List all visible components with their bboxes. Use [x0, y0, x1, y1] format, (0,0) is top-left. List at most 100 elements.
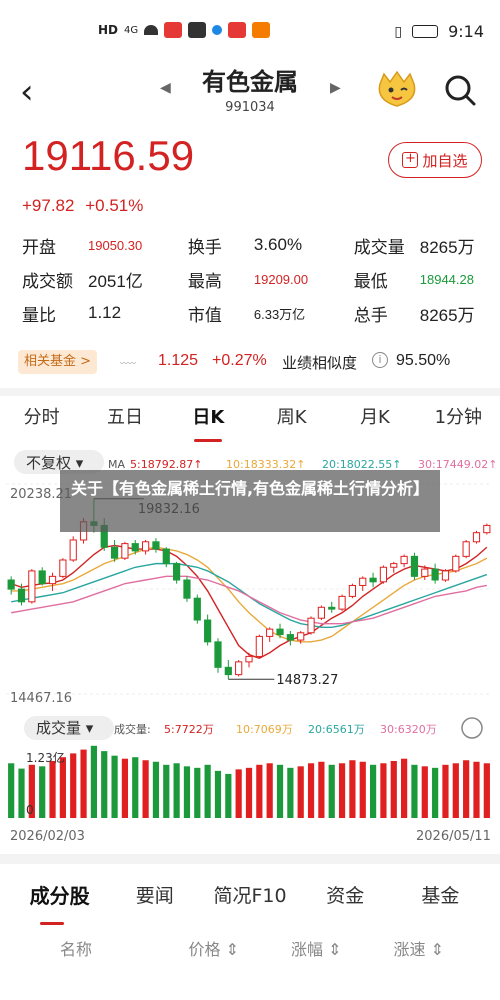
list-header: 名称 价格 ⇕ 涨幅 ⇕ 涨速 ⇕	[0, 936, 500, 960]
candle-body	[28, 570, 36, 603]
list-column-header[interactable]: 涨速 ⇕	[368, 936, 471, 960]
header: ‹ ◀ 有色金属 991034 ▶	[0, 58, 500, 128]
quote-cell: 换手 3.60%	[188, 233, 354, 258]
volume-bar	[369, 764, 377, 818]
volume-bar	[173, 763, 180, 818]
fund-price: 1.125	[158, 352, 199, 369]
quote-label: 量比	[22, 305, 56, 326]
kline-tabs: 分时 五日 日K 周K 月K 1分钟	[0, 396, 500, 444]
plus-icon: +	[402, 152, 419, 168]
info-icon[interactable]: i	[372, 352, 388, 368]
bottom-tab[interactable]: 成分股	[12, 880, 107, 909]
volume-bar	[297, 766, 304, 818]
quote-value: 19209.00	[253, 271, 309, 287]
candle-body	[266, 628, 274, 637]
candle-body	[421, 568, 429, 577]
volume-bar	[132, 757, 139, 818]
volume-bar	[328, 764, 335, 818]
list-column-header[interactable]: 价格 ⇕	[163, 936, 266, 960]
kline-tab[interactable]: 五日	[83, 396, 166, 444]
date-start: 2026/02/03	[10, 829, 85, 844]
quote-value: 8265万	[419, 237, 475, 257]
volume-bar	[463, 760, 470, 818]
bottom-tab[interactable]: 基金	[393, 881, 488, 908]
quote-value: 1.12	[88, 303, 122, 322]
candle-body	[410, 555, 419, 577]
kline-tab[interactable]: 1分钟	[417, 396, 500, 444]
next-stock-icon[interactable]: ▶	[330, 80, 341, 96]
volume-bar	[452, 763, 459, 818]
candle-body	[7, 579, 15, 590]
settings-icon	[461, 717, 483, 739]
candle-body	[173, 563, 181, 581]
quote-value: 19050.30	[88, 237, 143, 253]
fund-change: +0.27%	[212, 352, 267, 369]
page-title: 有色金属	[202, 68, 298, 96]
list-column-header[interactable]: 涨幅 ⇕	[265, 936, 368, 960]
candle-body	[431, 568, 439, 581]
quote-value: 18944.28	[419, 271, 474, 287]
candle-body	[193, 597, 201, 621]
volume-bar	[380, 763, 387, 818]
candle-body	[17, 588, 26, 603]
volume-bar	[307, 763, 315, 818]
volume-bar	[80, 749, 87, 818]
related-fund-bar[interactable]: 相关基金 > 〰〰 1.125 +0.27% 业绩相似度 i 95.50%	[0, 338, 500, 388]
last-price: 19116.59	[22, 132, 195, 179]
quote-label: 成交量	[353, 237, 405, 258]
volume-bar	[194, 767, 201, 818]
volume-bar	[111, 755, 118, 818]
list-column-header[interactable]: 名称	[30, 936, 163, 960]
volume-bar	[101, 751, 108, 818]
date-end: 2026/05/11	[416, 829, 491, 844]
volume-bar	[214, 770, 222, 818]
candle-body	[276, 628, 284, 636]
change-value: +97.82	[22, 196, 75, 215]
quote-row: 开盘 19050.30 换手 3.60% 成交量 8265万	[22, 228, 492, 262]
app-icon-5	[252, 22, 271, 38]
volume-bar	[245, 767, 253, 818]
mascot-icon[interactable]	[374, 70, 420, 110]
volume-scale-label: 1.23亿	[26, 750, 65, 765]
volume-legend-item: 5:7722万	[164, 723, 214, 736]
bottom-tab[interactable]: 简况F10	[202, 881, 297, 908]
volume-bar	[287, 767, 294, 818]
quote-cell: 最低 18944.28	[354, 267, 492, 292]
y-bottom-label: 14467.16	[10, 691, 72, 706]
similarity-label: 业绩相似度	[282, 354, 358, 372]
quote-label: 总手	[353, 305, 388, 326]
kline-tab[interactable]: 分时	[0, 396, 83, 444]
candle-body	[483, 524, 491, 534]
quote-cell: 成交量 8265万	[354, 233, 492, 258]
quote-value: 3.60%	[253, 235, 303, 254]
candle-body	[255, 635, 263, 657]
search-icon[interactable]	[440, 70, 480, 110]
quote-cell: 开盘 19050.30	[22, 233, 188, 258]
candle-body	[214, 641, 222, 668]
volume-bar	[276, 764, 284, 818]
add-watchlist-label: 加自选	[422, 151, 468, 170]
kline-tab[interactable]: 日K	[167, 396, 250, 444]
app-icon-2	[188, 22, 207, 38]
volume-bar	[70, 753, 77, 818]
app-icon-4	[228, 22, 247, 38]
volume-bar	[401, 758, 408, 818]
candle-body	[224, 666, 232, 676]
kline-tab[interactable]: 月K	[333, 396, 416, 444]
battery-icon	[412, 25, 439, 38]
bottom-tab[interactable]: 要闻	[107, 881, 202, 908]
quote-value: 6.33万亿	[253, 306, 306, 322]
candle-body	[235, 661, 243, 676]
bottom-tab[interactable]: 资金	[298, 881, 393, 908]
kline-tab[interactable]: 周K	[250, 396, 333, 444]
related-fund-tag[interactable]: 相关基金 >	[18, 350, 98, 374]
quote-panel: 19116.59 + 加自选 +97.82 +0.51% 开盘 19050.30 换…	[0, 128, 500, 338]
app-icon-1	[164, 22, 183, 38]
candle-body	[48, 575, 57, 585]
volume-bar	[390, 761, 397, 818]
volume-bar	[483, 763, 490, 818]
quote-label: 市值	[187, 305, 222, 326]
bottom-tabs: 成分股 要闻 简况F10 资金 基金	[0, 864, 500, 924]
add-watchlist-button[interactable]: + 加自选	[388, 142, 482, 178]
overlay-caption: 关于【有色金属稀土行情,有色金属稀土行情分析】	[60, 470, 440, 532]
